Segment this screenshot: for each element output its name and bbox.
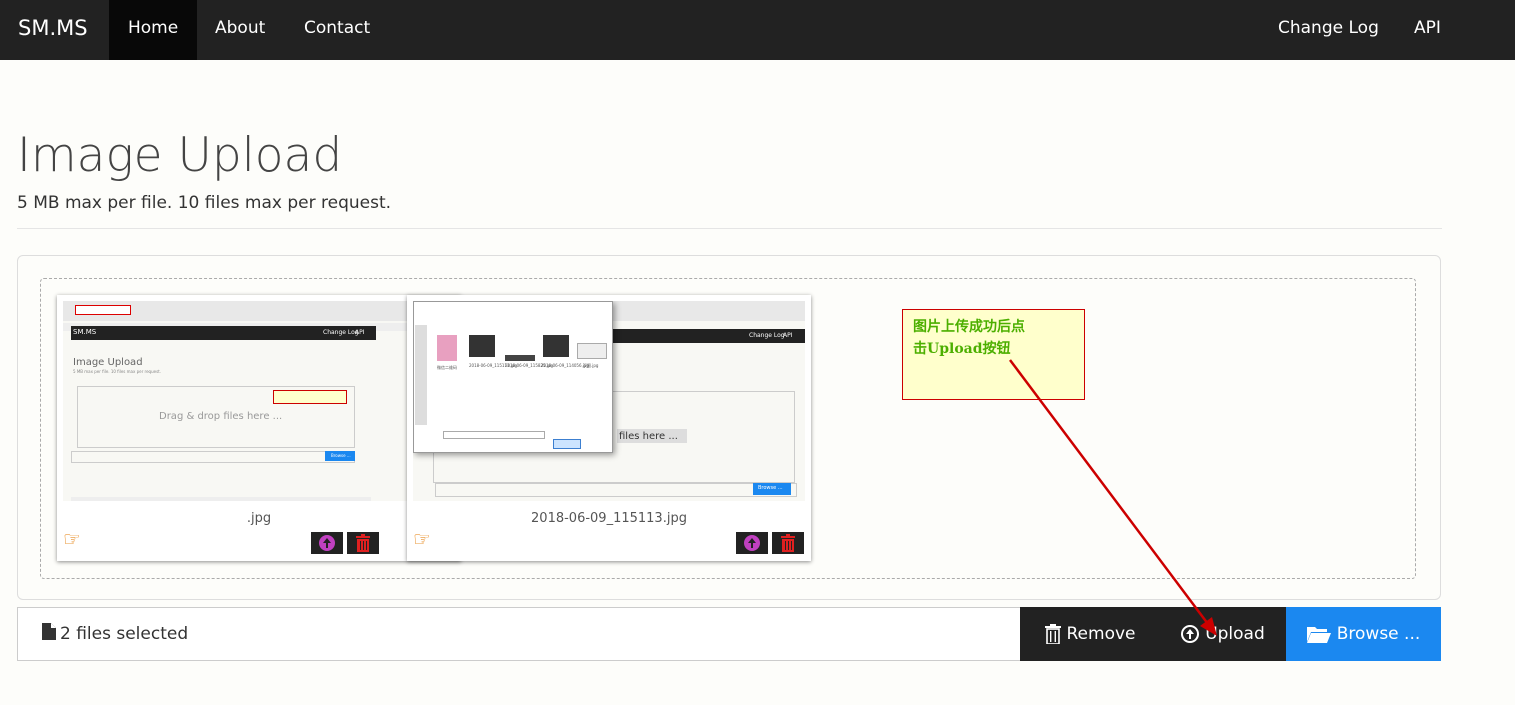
nav-contact[interactable]: Contact	[304, 18, 370, 38]
navbar: SM.MS Home About Contact Change Log API	[0, 0, 1515, 60]
trash-icon	[356, 534, 370, 552]
folder-open-icon	[1306, 627, 1331, 643]
upload-circle-icon	[1181, 625, 1200, 643]
files-selected-text: 2 files selected	[60, 624, 189, 644]
page-title: Image Upload	[17, 128, 343, 183]
files-selected-caption: 2 files selected	[42, 623, 188, 644]
nav-change-log[interactable]: Change Log	[1278, 18, 1379, 38]
nav-about[interactable]: About	[215, 18, 265, 38]
upload-button[interactable]: Upload	[1160, 607, 1286, 661]
annotation-line-2: 击Upload按钮	[913, 341, 1011, 357]
upload-button-label: Upload	[1205, 624, 1265, 644]
remove-button-label: Remove	[1066, 624, 1136, 644]
brand-logo[interactable]: SM.MS	[18, 16, 88, 40]
file-preview-card: Change Log API files here ... Browse ...…	[407, 295, 811, 561]
nav-home[interactable]: Home	[128, 18, 178, 38]
file-name: 2018-06-09_115113.jpg	[531, 511, 687, 526]
thumbnail-image: SM.MS Change Log API Image Upload 5 MB m…	[63, 301, 455, 501]
thumbnail-image: Change Log API files here ... Browse ...…	[413, 301, 805, 501]
upload-file-button[interactable]	[311, 532, 343, 554]
upload-circle-icon	[319, 535, 335, 551]
page-subtitle: 5 MB max per file. 10 files max per requ…	[17, 193, 392, 213]
trash-icon	[781, 534, 795, 552]
remove-button[interactable]: Remove	[1020, 607, 1160, 661]
nav-api[interactable]: API	[1414, 18, 1441, 38]
divider	[17, 228, 1442, 229]
file-name: .jpg	[246, 511, 272, 526]
browse-button[interactable]: Browse ...	[1286, 607, 1441, 661]
file-preview-card: SM.MS Change Log API Image Upload 5 MB m…	[57, 295, 461, 561]
annotation-line-1: 图片上传成功后点	[913, 319, 1025, 335]
browse-button-label: Browse ...	[1336, 624, 1421, 644]
delete-file-button[interactable]	[772, 532, 804, 554]
trash-icon	[1044, 624, 1061, 644]
file-icon	[42, 623, 56, 640]
upload-circle-icon	[744, 535, 760, 551]
delete-file-button[interactable]	[347, 532, 379, 554]
upload-file-button[interactable]	[736, 532, 768, 554]
zoom-hand-icon[interactable]: ☞	[63, 527, 81, 551]
annotation-note: 图片上传成功后点 击Upload按钮	[902, 309, 1085, 400]
zoom-hand-icon[interactable]: ☞	[413, 527, 431, 551]
